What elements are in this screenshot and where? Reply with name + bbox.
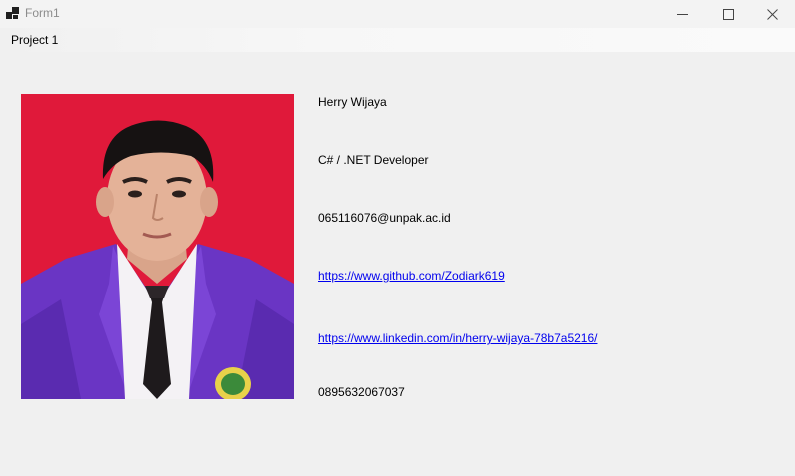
minimize-button[interactable] [659,0,705,28]
menu-bar: Project 1 [0,28,795,52]
main-window: Form1 Project 1 Herry Wijaya C# / .NET D… [0,0,795,476]
minimize-icon [676,13,688,15]
close-icon [766,8,778,20]
maximize-icon [722,8,734,20]
profile-photo [21,94,294,399]
email-label: 065116076@unpak.ac.id [318,211,451,225]
linkedin-link[interactable]: https://www.linkedin.com/in/herry-wijaya… [318,331,597,345]
window-title: Form1 [25,6,60,20]
role-label: C# / .NET Developer [318,153,429,167]
phone-label: 0895632067037 [318,385,405,399]
menu-item-project-1[interactable]: Project 1 [4,30,65,50]
title-bar[interactable]: Form1 [0,0,795,28]
name-label: Herry Wijaya [318,95,387,109]
github-link[interactable]: https://www.github.com/Zodiark619 [318,269,505,283]
app-icon [6,7,19,20]
close-button[interactable] [749,0,795,28]
maximize-button[interactable] [705,0,751,28]
